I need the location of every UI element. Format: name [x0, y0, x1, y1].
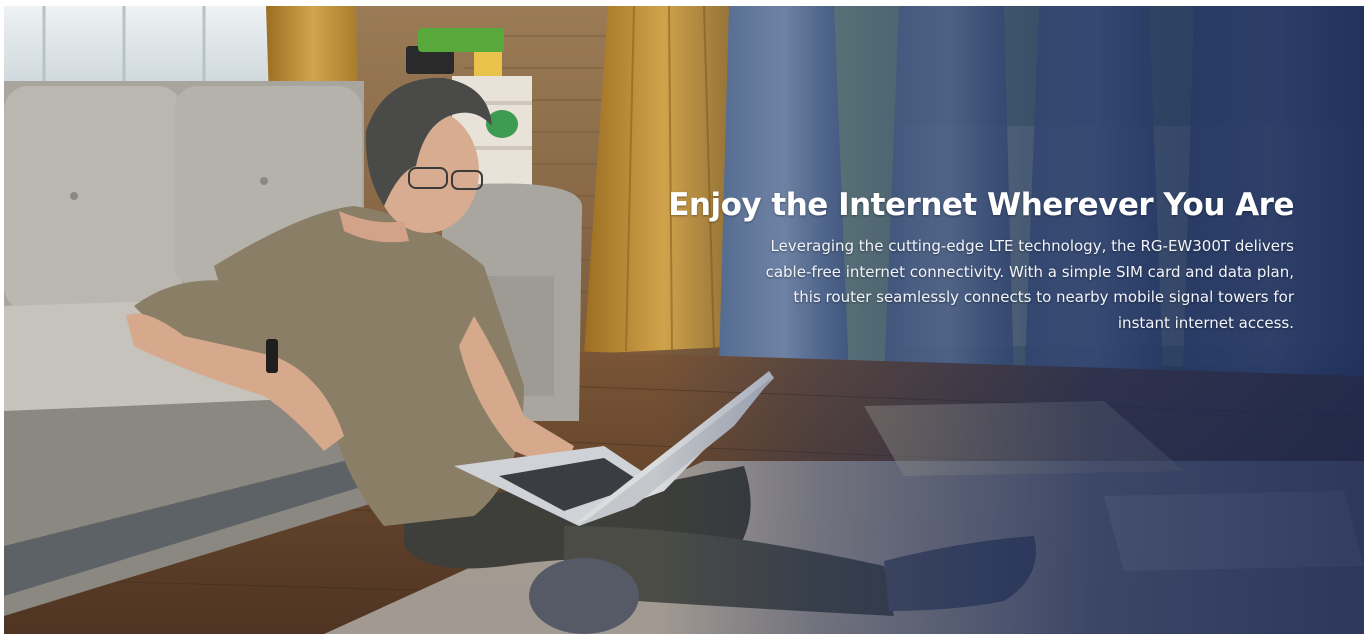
banner-description: Leveraging the cutting-edge LTE technolo…: [765, 237, 1294, 332]
banner-headline: Enjoy the Internet Wherever You Are: [668, 187, 1294, 223]
hero-banner: Enjoy the Internet Wherever You Are Leve…: [4, 6, 1364, 634]
banner-copy: Enjoy the Internet Wherever You Are Leve…: [594, 184, 1294, 336]
page: Enjoy the Internet Wherever You Are Leve…: [0, 0, 1372, 634]
